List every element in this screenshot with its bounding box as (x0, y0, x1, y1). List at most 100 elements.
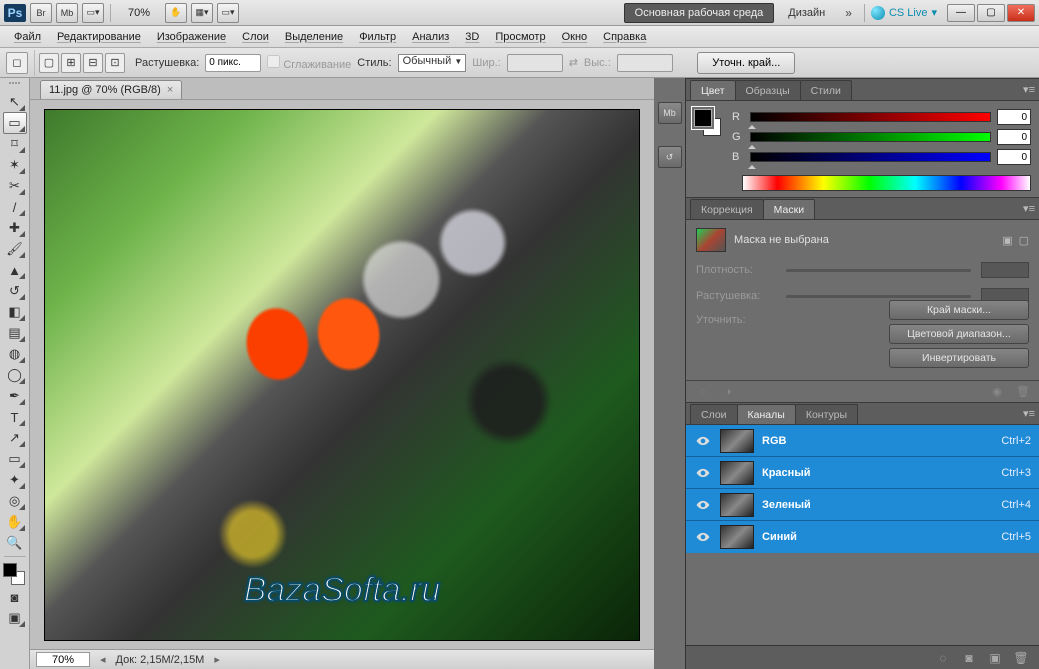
quick-mask-toggle[interactable]: ◙ (3, 586, 27, 608)
feather-input[interactable] (205, 54, 261, 72)
visibility-eye-icon[interactable] (696, 530, 710, 544)
menu-layers[interactable]: Слои (234, 28, 277, 46)
color-swatches[interactable] (3, 563, 27, 587)
collapsed-minibridge-icon[interactable]: Mb (658, 102, 682, 124)
refine-edge-button[interactable]: Уточн. край... (697, 52, 795, 74)
workspace-more-icon[interactable]: » (839, 6, 858, 20)
r-value[interactable] (997, 109, 1031, 125)
menu-file[interactable]: Файл (6, 28, 49, 46)
b-value[interactable] (997, 149, 1031, 165)
arrange-button[interactable]: ▦▾ (191, 3, 213, 23)
color-spectrum[interactable] (742, 175, 1031, 191)
load-channel-selection-icon[interactable]: ◌ (935, 650, 951, 666)
marquee-tool[interactable]: ▭ (3, 112, 27, 134)
load-selection-icon[interactable]: ◌ (694, 384, 710, 400)
menu-3d[interactable]: 3D (457, 28, 487, 46)
channel-rgb[interactable]: RGB Ctrl+2 (686, 425, 1039, 457)
menu-edit[interactable]: Редактирование (49, 28, 149, 46)
tab-swatches[interactable]: Образцы (735, 80, 801, 100)
panel-menu-icon[interactable]: ▾≡ (1023, 83, 1035, 96)
g-slider[interactable] (750, 132, 991, 142)
bridge-button[interactable]: Br (30, 3, 52, 23)
channel-red[interactable]: Красный Ctrl+3 (686, 457, 1039, 489)
visibility-eye-icon[interactable] (696, 434, 710, 448)
healing-brush-tool[interactable]: ✚ (3, 217, 27, 239)
document-tab-close-icon[interactable]: × (167, 84, 173, 96)
minimize-button[interactable]: — (947, 4, 975, 22)
r-slider[interactable] (750, 112, 991, 122)
tab-styles[interactable]: Стили (800, 80, 852, 100)
maximize-button[interactable]: ▢ (977, 4, 1005, 22)
tab-channels[interactable]: Каналы (737, 404, 796, 424)
3d-camera-tool[interactable]: ◎ (3, 490, 27, 512)
mask-invert-button[interactable]: Инвертировать (889, 348, 1029, 368)
channel-blue[interactable]: Синий Ctrl+5 (686, 521, 1039, 553)
save-selection-icon[interactable]: ◙ (961, 650, 977, 666)
move-tool[interactable]: ↖ (3, 91, 27, 113)
clone-stamp-tool[interactable]: ▲ (3, 259, 27, 281)
eraser-tool[interactable]: ◧ (3, 301, 27, 323)
dodge-tool[interactable]: ◯ (3, 364, 27, 386)
status-arrow-left-icon[interactable]: ◂ (100, 653, 106, 666)
cs-live-button[interactable]: CS Live ▾ (871, 6, 937, 20)
menu-view[interactable]: Просмотр (487, 28, 553, 46)
lasso-tool[interactable]: ⌑ (3, 133, 27, 155)
hand-tool[interactable]: ✋ (3, 511, 27, 533)
tab-layers[interactable]: Слои (690, 404, 738, 424)
type-tool[interactable]: T (3, 406, 27, 428)
toggle-mask-icon[interactable]: ◉ (989, 384, 1005, 400)
pixel-mask-icon[interactable]: ▣ (1002, 234, 1012, 247)
menu-select[interactable]: Выделение (277, 28, 351, 46)
screen-mode-button[interactable]: ▭▾ (217, 3, 239, 23)
status-zoom-input[interactable] (36, 652, 90, 667)
mask-edge-button[interactable]: Край маски... (889, 300, 1029, 320)
channel-green[interactable]: Зеленый Ctrl+4 (686, 489, 1039, 521)
quick-select-tool[interactable]: ✶ (3, 154, 27, 176)
style-select[interactable]: Обычный (398, 54, 467, 72)
selection-new-icon[interactable]: ▢ (39, 53, 59, 73)
tab-masks[interactable]: Маски (763, 199, 815, 219)
close-button[interactable]: ✕ (1007, 4, 1035, 22)
crop-tool[interactable]: ✂ (3, 175, 27, 197)
tab-color[interactable]: Цвет (690, 80, 736, 100)
selection-subtract-icon[interactable]: ⊟ (83, 53, 103, 73)
canvas-viewport[interactable]: BazaSofta.ru (30, 100, 654, 649)
zoom-level-display[interactable]: 70% (117, 7, 161, 19)
panel-menu-icon[interactable]: ▾≡ (1023, 407, 1035, 420)
visibility-eye-icon[interactable] (696, 466, 710, 480)
hand-tool-button[interactable]: ✋ (165, 3, 187, 23)
minibridge-button[interactable]: Mb (56, 3, 78, 23)
tool-preset-icon[interactable]: ◻ (6, 52, 28, 74)
panel-menu-icon[interactable]: ▾≡ (1023, 202, 1035, 215)
new-channel-icon[interactable]: ▣ (987, 650, 1003, 666)
3d-tool[interactable]: ✦ (3, 469, 27, 491)
gradient-tool[interactable]: ▤ (3, 322, 27, 344)
document-tab[interactable]: 11.jpg @ 70% (RGB/8) × (40, 80, 182, 99)
eyedropper-tool[interactable]: / (3, 196, 27, 218)
selection-intersect-icon[interactable]: ⊡ (105, 53, 125, 73)
menu-image[interactable]: Изображение (149, 28, 234, 46)
g-value[interactable] (997, 129, 1031, 145)
workspace-essentials[interactable]: Основная рабочая среда (624, 3, 775, 23)
mask-color-range-button[interactable]: Цветовой диапазон... (889, 324, 1029, 344)
visibility-eye-icon[interactable] (696, 498, 710, 512)
history-brush-tool[interactable]: ↺ (3, 280, 27, 302)
menu-analysis[interactable]: Анализ (404, 28, 457, 46)
tab-paths[interactable]: Контуры (795, 404, 858, 424)
collapsed-history-icon[interactable]: ↺ (658, 146, 682, 168)
menu-filter[interactable]: Фильтр (351, 28, 404, 46)
vector-mask-icon[interactable]: ▢ (1019, 234, 1029, 247)
color-swatch[interactable] (694, 109, 724, 139)
panel-grip-icon[interactable] (2, 82, 28, 90)
pen-tool[interactable]: ✒ (3, 385, 27, 407)
status-arrow-right-icon[interactable]: ▸ (214, 653, 220, 666)
delete-mask-icon[interactable]: 🗑 (1015, 384, 1031, 400)
selection-add-icon[interactable]: ⊞ (61, 53, 81, 73)
screen-mode-cycle[interactable]: ▣ (3, 607, 27, 629)
menu-help[interactable]: Справка (595, 28, 654, 46)
tab-adjustments[interactable]: Коррекция (690, 199, 764, 219)
view-extras-button[interactable]: ▭▾ (82, 3, 104, 23)
brush-tool[interactable]: 🖌 (3, 238, 27, 260)
shape-tool[interactable]: ▭ (3, 448, 27, 470)
zoom-tool[interactable]: 🔍 (3, 532, 27, 554)
